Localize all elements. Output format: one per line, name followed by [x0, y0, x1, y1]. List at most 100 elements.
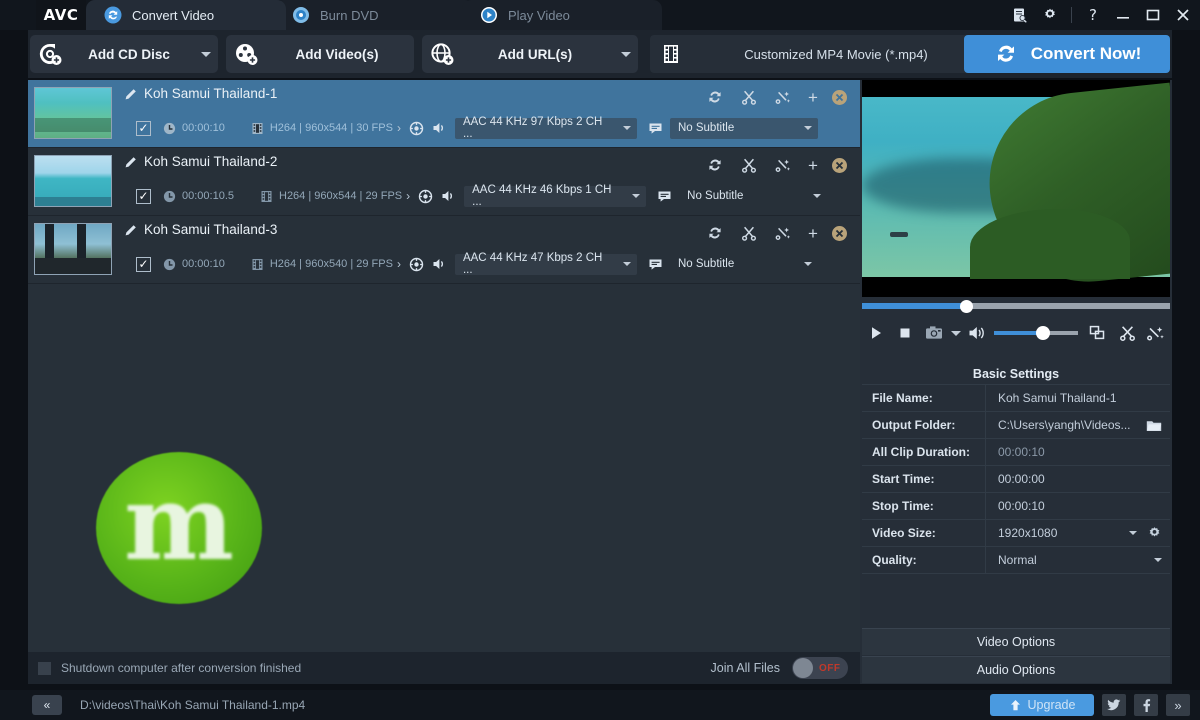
table-row[interactable]: Koh Samui Thailand-3 ✓ 00:00:10 H264 | 9…: [28, 216, 860, 284]
audio-track-icon[interactable]: [432, 121, 447, 135]
gear-icon[interactable]: [1041, 6, 1059, 24]
maximize-button[interactable]: [1144, 6, 1162, 24]
audio-track-icon[interactable]: [441, 189, 456, 203]
volume-slider[interactable]: [993, 326, 1078, 340]
setting-row-start-time[interactable]: Start Time: 00:00:00: [862, 465, 1170, 493]
convert-now-button[interactable]: Convert Now!: [964, 35, 1170, 73]
setting-row-quality[interactable]: Quality: Normal: [862, 546, 1170, 574]
setting-row-video-size[interactable]: Video Size: 1920x1080: [862, 519, 1170, 547]
remove-row-button[interactable]: [826, 154, 852, 176]
row-checkbox[interactable]: ✓: [136, 188, 151, 204]
edit-pencil-icon[interactable]: [124, 156, 137, 169]
add-cd-disc-dropdown[interactable]: [194, 51, 218, 57]
output-profile-selector[interactable]: Customized MP4 Movie (*.mp4): [650, 35, 990, 73]
video-options-button[interactable]: Video Options: [862, 628, 1170, 655]
add-row-button[interactable]: +: [800, 222, 826, 244]
scissors-icon[interactable]: [732, 222, 766, 244]
edit-pencil-icon[interactable]: [124, 88, 137, 101]
remove-row-button[interactable]: [826, 86, 852, 108]
upgrade-button[interactable]: Upgrade: [990, 694, 1094, 716]
add-row-button[interactable]: +: [800, 154, 826, 176]
subtitle-select[interactable]: No Subtitle: [670, 254, 818, 275]
preview-foreground-trees: [970, 209, 1130, 279]
camera-icon[interactable]: [919, 318, 948, 348]
convert-icon: [993, 41, 1019, 67]
scissors-icon[interactable]: [732, 86, 766, 108]
effect-icon[interactable]: [766, 222, 800, 244]
format-value: H264 | 960x544 | 29 FPS: [279, 190, 403, 202]
effect-icon[interactable]: [1141, 318, 1170, 348]
video-track-icon[interactable]: [418, 189, 433, 204]
collapse-button[interactable]: «: [32, 695, 62, 715]
rotate-icon[interactable]: [698, 154, 732, 176]
effect-icon[interactable]: [766, 86, 800, 108]
volume-icon[interactable]: [963, 318, 992, 348]
subtitle-select[interactable]: No Subtitle: [669, 117, 818, 139]
scissors-icon[interactable]: [732, 154, 766, 176]
setting-row-stop-time[interactable]: Stop Time: 00:00:10: [862, 492, 1170, 520]
filmstrip-icon: [261, 190, 272, 202]
expand-arrow-icon[interactable]: ›: [397, 257, 401, 271]
subtitle-label: No Subtitle: [677, 258, 735, 270]
effect-icon[interactable]: [766, 154, 800, 176]
table-row[interactable]: Koh Samui Thailand-2 ✓ 00:00:10.5 H264 |…: [28, 148, 860, 216]
add-urls-button[interactable]: Add URL(s): [422, 35, 638, 73]
stop-icon[interactable]: [891, 318, 920, 348]
join-all-files-toggle[interactable]: OFF: [792, 657, 848, 679]
expand-arrow-icon[interactable]: ›: [397, 121, 401, 135]
scissors-icon[interactable]: [1113, 318, 1142, 348]
facebook-icon[interactable]: [1134, 694, 1158, 716]
audio-track-select[interactable]: AAC 44 KHz 97 Kbps 2 CH ...: [454, 116, 637, 140]
edit-pencil-icon[interactable]: [124, 224, 137, 237]
setting-label: Output Folder:: [862, 411, 986, 439]
add-urls-dropdown[interactable]: [614, 51, 638, 57]
main-tab-bar: Convert Video Burn DVD Play Video: [86, 0, 662, 30]
tab-convert-video[interactable]: Convert Video: [86, 0, 286, 30]
add-row-button[interactable]: +: [800, 86, 826, 108]
help-button[interactable]: ?: [1084, 6, 1102, 24]
rotate-icon[interactable]: [698, 86, 732, 108]
seek-slider[interactable]: [862, 300, 1170, 313]
setting-value: 1920x1080: [998, 526, 1058, 540]
shutdown-checkbox[interactable]: [38, 661, 51, 675]
seek-knob[interactable]: [960, 300, 973, 313]
setting-row-output-folder[interactable]: Output Folder: C:\Users\yangh\Videos...: [862, 411, 1170, 439]
log-icon[interactable]: [1011, 6, 1029, 24]
audio-track-select[interactable]: AAC 44 KHz 47 Kbps 2 CH ...: [454, 252, 637, 276]
row-checkbox[interactable]: ✓: [136, 256, 151, 272]
video-preview[interactable]: [862, 80, 1170, 297]
video-size-gear-icon[interactable]: [1147, 526, 1162, 541]
add-cd-disc-button[interactable]: Add CD Disc: [30, 35, 218, 73]
setting-label: Start Time:: [862, 465, 986, 493]
close-button[interactable]: [1174, 6, 1192, 24]
video-track-icon[interactable]: [409, 121, 424, 136]
camera-dropdown[interactable]: [948, 318, 963, 348]
remove-row-button[interactable]: [826, 222, 852, 244]
quality-dropdown-icon[interactable]: [1154, 558, 1162, 562]
video-meta-row: ✓ 00:00:10 H264 | 960x544 | 30 FPS › AAC…: [136, 116, 860, 140]
table-row[interactable]: Koh Samui Thailand-1 ✓ 00:00:10 H264 | 9…: [28, 80, 860, 148]
minimize-button[interactable]: [1114, 6, 1132, 24]
rotate-icon[interactable]: [698, 222, 732, 244]
audio-track-icon[interactable]: [432, 257, 447, 271]
tab-burn-dvd[interactable]: Burn DVD: [274, 0, 474, 30]
row-checkbox[interactable]: ✓: [136, 120, 151, 136]
video-size-dropdown-icon[interactable]: [1129, 531, 1137, 535]
add-videos-button[interactable]: Add Video(s): [226, 35, 414, 73]
video-track-icon[interactable]: [409, 257, 424, 272]
main-toolbar: Add CD Disc Add Video(s) Add URL(s) Cust…: [28, 30, 1172, 78]
expand-arrow-icon[interactable]: ›: [406, 189, 410, 203]
twitter-icon[interactable]: [1102, 694, 1126, 716]
crop-icon[interactable]: [1084, 318, 1113, 348]
title-bar: AVC Convert Video Burn DVD Play Video ?: [0, 0, 1200, 30]
video-meta-row: ✓ 00:00:10.5 H264 | 960x544 | 29 FPS › A…: [136, 184, 860, 208]
subtitle-icon: [648, 258, 663, 271]
audio-track-select[interactable]: AAC 44 KHz 46 Kbps 1 CH ...: [464, 184, 647, 208]
folder-icon[interactable]: [1146, 419, 1170, 432]
volume-knob[interactable]: [1035, 326, 1050, 340]
tab-play-video[interactable]: Play Video: [462, 0, 662, 30]
expand-more-button[interactable]: »: [1166, 694, 1190, 716]
audio-options-button[interactable]: Audio Options: [862, 656, 1170, 683]
play-icon[interactable]: [862, 318, 891, 348]
subtitle-select[interactable]: No Subtitle: [679, 186, 827, 207]
